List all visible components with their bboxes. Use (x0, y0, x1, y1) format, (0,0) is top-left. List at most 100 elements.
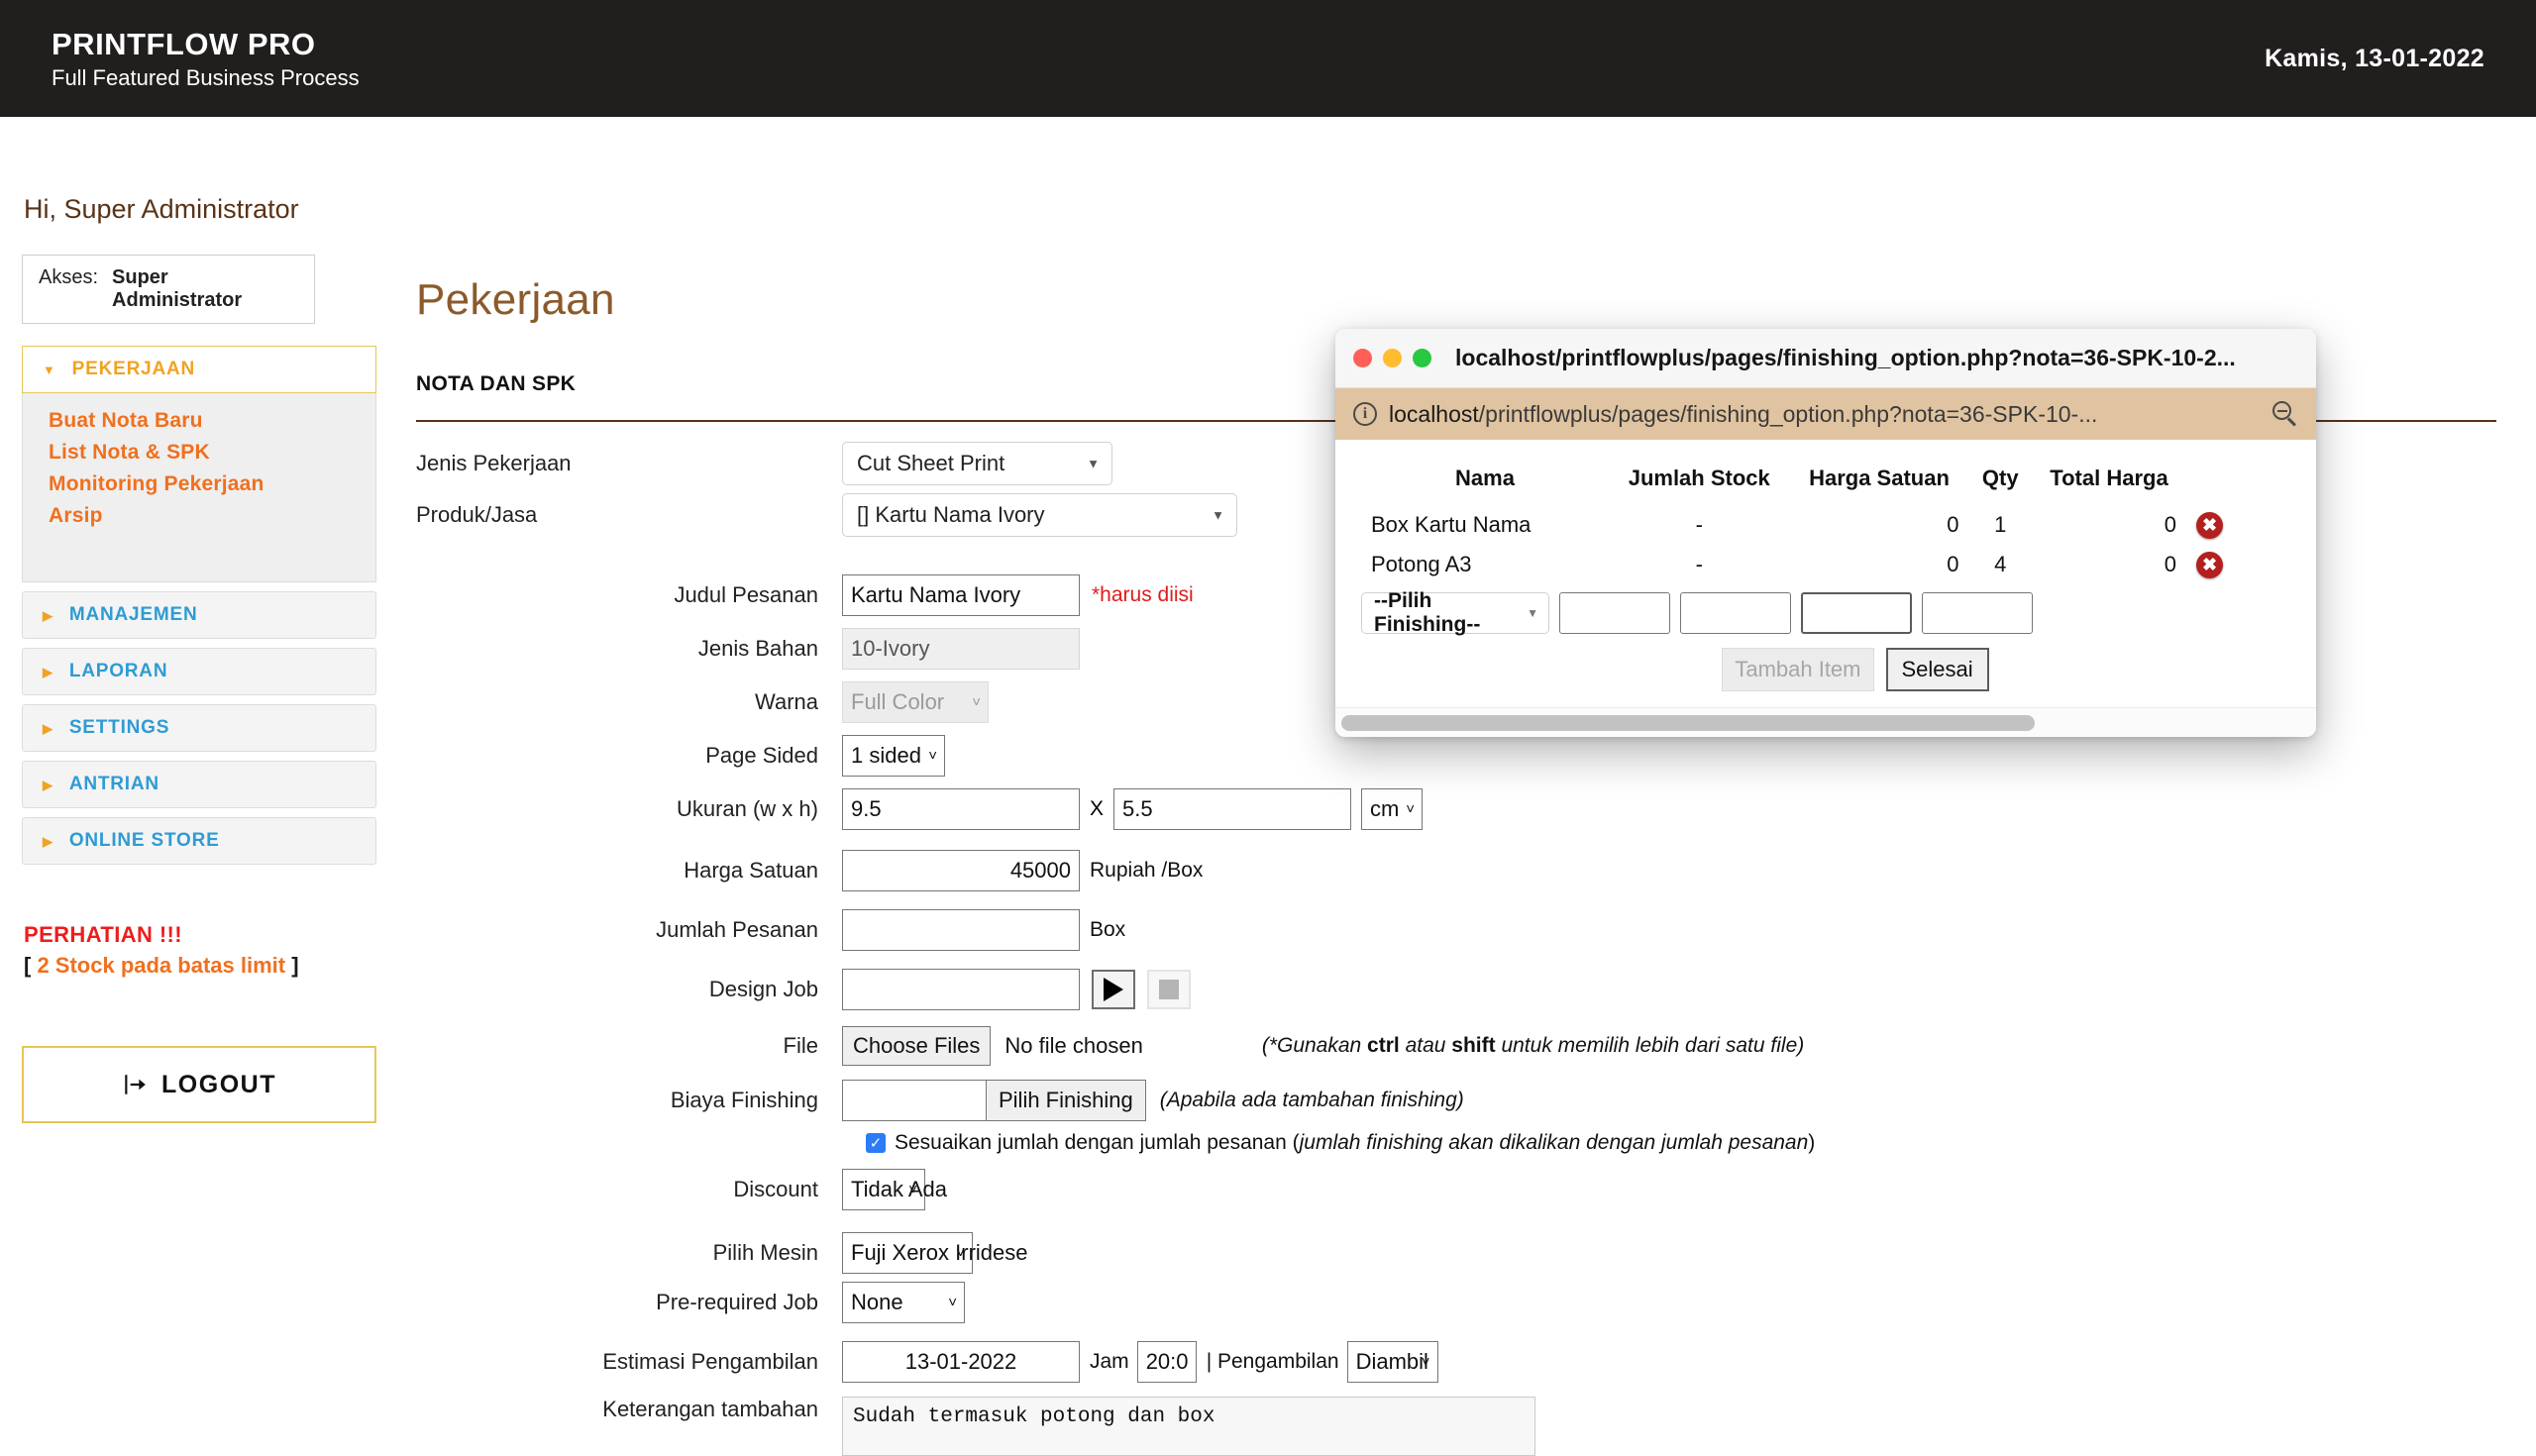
caret-right-icon: ▶ (43, 720, 53, 736)
popup-url-bar[interactable]: i localhost/printflowplus/pages/finishin… (1335, 388, 2316, 440)
biaya-finishing-label: Biaya Finishing (670, 1088, 818, 1112)
sidebar-item-settings[interactable]: ▶ SETTINGS (22, 704, 376, 752)
finishing-option-popup: localhost/printflowplus/pages/finishing_… (1335, 329, 2316, 737)
popup-actions: Tambah Item Selesai (1361, 648, 2290, 691)
biaya-finishing-hint: (Apabila ada tambahan finishing) (1159, 1089, 1464, 1111)
jenis-pekerjaan-select[interactable]: Cut Sheet Print ▼ (842, 442, 1112, 485)
row-file: File Choose Files No file chosen (*Gunak… (416, 1026, 2536, 1066)
file-label: File (783, 1033, 818, 1058)
new-qty-input[interactable] (1801, 592, 1912, 634)
sidebar-item-pekerjaan[interactable]: ▼ PEKERJAAN (22, 346, 376, 393)
jam-label: Jam (1090, 1350, 1129, 1373)
ukuran-height-input[interactable] (1113, 788, 1352, 830)
delete-circle-icon[interactable]: ✖ (2196, 512, 2223, 539)
brand-block: PRINTFLOW PRO Full Featured Business Pro… (52, 27, 360, 91)
sidebar-link-buat-nota-baru[interactable]: Buat Nota Baru (49, 409, 375, 433)
pilih-finishing-button[interactable]: Pilih Finishing (986, 1080, 1146, 1121)
harga-satuan-input[interactable] (842, 850, 1080, 891)
delete-circle-icon[interactable]: ✖ (2196, 552, 2223, 578)
popup-titlebar[interactable]: localhost/printflowplus/pages/finishing_… (1335, 329, 2316, 388)
estimasi-date-input[interactable] (842, 1341, 1080, 1383)
jam-input[interactable] (1136, 1341, 1197, 1383)
chevron-down-icon: ˅ (908, 1181, 917, 1198)
caret-right-icon: ▶ (43, 607, 53, 623)
biaya-finishing-input[interactable] (842, 1080, 987, 1121)
cell-stock: - (1695, 552, 1703, 576)
header-date: Kamis, 13-01-2022 (2265, 44, 2484, 72)
discount-value: Tidak Ada (851, 1177, 948, 1201)
selesai-button[interactable]: Selesai (1885, 648, 1989, 691)
info-circle-icon[interactable]: i (1353, 402, 1377, 426)
sidebar-item-manajemen[interactable]: ▶ MANAJEMEN (22, 591, 376, 639)
design-job-input[interactable] (842, 969, 1080, 1010)
harga-satuan-label: Harga Satuan (684, 858, 818, 883)
sidebar-link-arsip[interactable]: Arsip (49, 504, 375, 528)
new-total-input[interactable] (1922, 592, 2033, 634)
sesuaikan-jumlah-checkbox[interactable]: ✓ (866, 1133, 886, 1153)
play-icon[interactable] (1092, 970, 1135, 1009)
sidebar-item-label: ONLINE STORE (68, 830, 220, 851)
cell-qty: 1 (1994, 512, 2007, 537)
popup-body: Nama Jumlah Stock Harga Satuan Qty Total… (1335, 440, 2316, 707)
ukuran-label: Ukuran (w x h) (676, 796, 818, 821)
chevron-down-icon: ˅ (948, 1294, 957, 1311)
popup-horizontal-scrollbar[interactable] (1335, 707, 2316, 737)
keterangan-tambahan-textarea[interactable]: Sudah termasuk potong dan box (842, 1397, 1535, 1456)
judul-pesanan-input[interactable] (842, 574, 1080, 616)
produk-jasa-select[interactable]: [] Kartu Nama Ivory ▼ (842, 493, 1237, 537)
stop-icon[interactable] (1147, 970, 1191, 1009)
pre-required-job-select[interactable]: None ˅ (842, 1282, 965, 1323)
column-header-qty: Qty (1981, 466, 2019, 490)
logout-button[interactable]: LOGOUT (22, 1046, 376, 1123)
ukuran-unit-value: cm (1370, 796, 1400, 821)
warning-bracket-open: [ (24, 953, 38, 978)
akses-label: Akses: (39, 266, 99, 288)
warning-bracket-close: ] (285, 953, 299, 978)
jenis-pekerjaan-value: Cut Sheet Print (857, 451, 1005, 475)
pilih-mesin-select[interactable]: Fuji Xerox Irridese ˅ (842, 1232, 1028, 1274)
ukuran-unit-select[interactable]: cm ˅ (1361, 788, 1424, 830)
table-row: Box Kartu Nama - 0 1 0 ✖ (1361, 505, 2233, 545)
chevron-down-icon: ▼ (1527, 606, 1538, 620)
jumlah-pesanan-input[interactable] (842, 909, 1080, 951)
close-dot-icon[interactable] (1353, 349, 1372, 367)
choose-files-button[interactable]: Choose Files (842, 1026, 992, 1066)
row-pilih-mesin: Pilih Mesin Fuji Xerox Irridese ˅ (416, 1232, 2536, 1274)
chevron-down-icon: ▼ (1087, 456, 1100, 471)
warning-line: [ 2 Stock pada batas limit ] (24, 953, 376, 979)
page-sided-label: Page Sided (705, 743, 818, 768)
tambah-item-button[interactable]: Tambah Item (1722, 648, 1874, 691)
sidebar-item-laporan[interactable]: ▶ LAPORAN (22, 648, 376, 695)
caret-right-icon: ▶ (43, 777, 53, 792)
cell-total: 0 (2164, 552, 2176, 576)
jenis-bahan-label: Jenis Bahan (697, 636, 818, 661)
pilih-finishing-select[interactable]: --Pilih Finishing-- ▼ (1361, 589, 1549, 636)
judul-pesanan-label: Judul Pesanan (674, 582, 818, 607)
warning-text[interactable]: 2 Stock pada batas limit (37, 953, 285, 978)
sidebar-item-antrian[interactable]: ▶ ANTRIAN (22, 761, 376, 808)
scrollbar-thumb[interactable] (1341, 714, 2035, 731)
minimize-dot-icon[interactable] (1383, 349, 1402, 367)
maximize-dot-icon[interactable] (1413, 349, 1431, 367)
sidebar-link-list-nota-spk[interactable]: List Nota & SPK (49, 441, 375, 465)
page-sided-select[interactable]: 1 sided ˅ (842, 735, 945, 777)
ukuran-width-input[interactable] (842, 788, 1080, 830)
cell-harga: 0 (1947, 512, 1959, 537)
sidebar-link-monitoring-pekerjaan[interactable]: Monitoring Pekerjaan (49, 472, 375, 496)
sidebar-group-manajemen: ▶ MANAJEMEN (22, 591, 376, 639)
cell-nama: Potong A3 (1371, 552, 1472, 576)
greeting-text: Hi, Super Administrator (24, 194, 299, 224)
caret-right-icon: ▶ (43, 833, 53, 849)
discount-select[interactable]: Tidak Ada ˅ (842, 1169, 947, 1210)
sidebar-item-online-store[interactable]: ▶ ONLINE STORE (22, 817, 376, 865)
popup-url-text[interactable]: localhost/printflowplus/pages/finishing_… (1389, 401, 2261, 428)
cell-qty: 4 (1994, 552, 2007, 576)
row-discount: Discount Tidak Ada ˅ (416, 1169, 2536, 1210)
warna-select: Full Color ˅ (842, 681, 989, 723)
new-harga-input[interactable] (1680, 592, 1791, 634)
warna-value: Full Color (851, 689, 945, 714)
caret-down-icon: ▼ (43, 362, 56, 377)
pengambilan-select[interactable]: Diambil ˅ (1346, 1341, 1438, 1383)
zoom-out-icon[interactable] (2272, 401, 2298, 427)
new-stock-input[interactable] (1559, 592, 1670, 634)
